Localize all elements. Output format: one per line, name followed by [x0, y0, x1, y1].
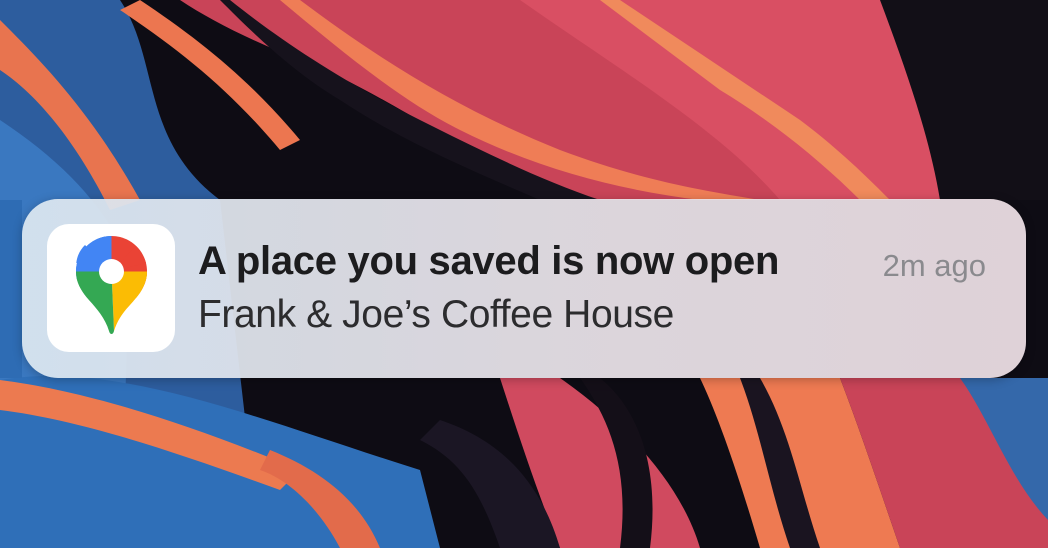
notification-banner[interactable]: A place you saved is now open Frank & Jo…	[22, 199, 1026, 378]
notification-timestamp: 2m ago	[882, 248, 986, 283]
google-maps-pin-icon	[76, 236, 147, 334]
notification-subtitle: Frank & Joe’s Coffee House	[198, 293, 674, 336]
google-maps-app-icon	[47, 224, 175, 352]
notification-title: A place you saved is now open	[198, 239, 780, 283]
